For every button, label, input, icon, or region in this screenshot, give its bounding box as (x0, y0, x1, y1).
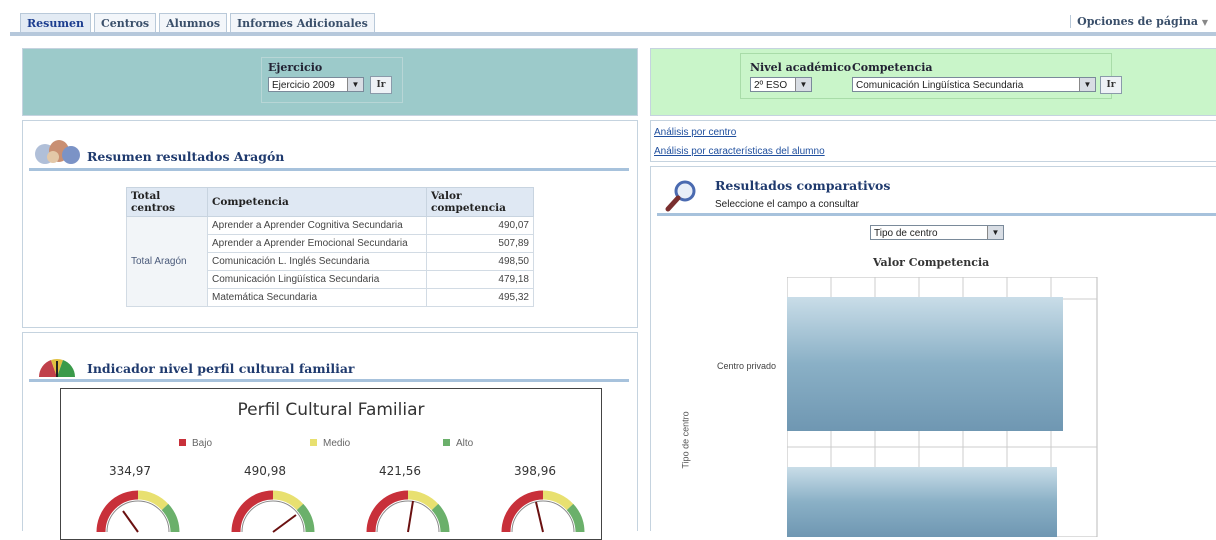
ejercicio-go-button[interactable]: Ir (370, 76, 392, 94)
comparativos-panel: Resultados comparativos Seleccione el ca… (650, 166, 1216, 537)
legend-swatch-medio (310, 439, 317, 446)
resumen-title-underline (29, 168, 629, 171)
legend-bajo: Bajo (179, 438, 212, 449)
tipo-centro-value: Tipo de centro (874, 228, 938, 239)
perfil-chart-title: Perfil Cultural Familiar (237, 400, 425, 420)
legend-label-medio: Medio (323, 438, 351, 449)
header-total-centros: Total centros (126, 187, 208, 217)
nivel-competencia-filter-panel: Nivel académico 2º ESO ▼ Competencia Com… (650, 48, 1216, 116)
resumen-panel: Resumen resultados Aragón Total centros … (22, 120, 638, 328)
resumen-table: Total centros Competencia Valor competen… (126, 187, 534, 307)
comparativos-chart-title: Valor Competencia (873, 256, 990, 269)
legend-swatch-alto (443, 439, 450, 446)
indicador-title: Indicador nivel perfil cultural familiar (87, 361, 355, 376)
competencia-cell: Matemática Secundaria (207, 288, 427, 307)
ejercicio-filter-panel: Ejercicio Ejercicio 2009 ▼ Ir (22, 48, 638, 116)
competencia-go-button[interactable]: Ir (1100, 76, 1122, 94)
tab-informes-adicionales[interactable]: Informes Adicionales (230, 13, 375, 33)
indicador-panel: Indicador nivel perfil cultural familiar… (22, 332, 638, 540)
tab-alumnos[interactable]: Alumnos (159, 13, 228, 33)
ejercicio-select[interactable]: Ejercicio 2009 ▼ (268, 77, 364, 92)
chevron-down-icon: ▼ (1079, 78, 1095, 91)
comparativos-subtitle: Seleccione el campo a consultar (715, 199, 859, 210)
tab-centros[interactable]: Centros (93, 13, 157, 33)
competencia-cell: Aprender a Aprender Cognitiva Secundaria (207, 216, 427, 235)
chart-y-axis-label: Tipo de centro (680, 411, 691, 469)
comparativos-bar-chart (787, 277, 1098, 537)
analisis-por-centro-link[interactable]: Análisis por centro (654, 127, 736, 138)
gauge-value-4: 398,96 (514, 464, 556, 478)
table-row: Total Aragón Aprender a Aprender Cogniti… (126, 216, 534, 307)
magnifier-icon (665, 180, 696, 212)
bar-centro-privado (787, 297, 1063, 431)
valor-cell: 498,50 (426, 252, 534, 271)
competencia-label: Competencia (852, 61, 933, 74)
tab-bar: Resumen Centros Alumnos Informes Adicion… (0, 0, 1216, 40)
gauge-icon (38, 358, 76, 377)
chevron-down-icon: ▼ (1201, 17, 1208, 27)
competencia-cell: Aprender a Aprender Emocional Secundaria (207, 234, 427, 253)
tab-divider (10, 32, 1216, 36)
nivel-academico-select[interactable]: 2º ESO ▼ (750, 77, 812, 92)
valor-cell: 490,07 (426, 216, 534, 235)
ejercicio-label: Ejercicio (268, 61, 323, 74)
valor-cell: 495,32 (426, 288, 534, 307)
perfil-chart-frame: Perfil Cultural Familiar Bajo Medio Alto… (60, 388, 602, 540)
page-options-label: Opciones de página (1077, 15, 1198, 28)
analisis-caracteristicas-link[interactable]: Análisis por características del alumno (654, 146, 825, 157)
table-header-row: Total centros Competencia Valor competen… (126, 187, 534, 217)
legend-swatch-bajo (179, 439, 186, 446)
gauge-value-2: 490,98 (244, 464, 286, 478)
page-options-menu[interactable]: Opciones de página ▼ (1070, 15, 1208, 28)
indicador-title-underline (29, 379, 629, 382)
valor-cell: 507,89 (426, 234, 534, 253)
chevron-down-icon: ▼ (347, 78, 363, 91)
competencia-cell: Comunicación L. Inglés Secundaria (207, 252, 427, 271)
tab-resumen[interactable]: Resumen (20, 13, 91, 33)
category-label-centro-privado: Centro privado (717, 361, 777, 371)
tabs: Resumen Centros Alumnos Informes Adicion… (20, 13, 378, 33)
valor-cell: 479,18 (426, 270, 534, 289)
comparativos-title-underline (657, 213, 1216, 216)
header-valor-competencia: Valor competencia (426, 187, 534, 217)
people-group-icon (35, 140, 80, 164)
ejercicio-value: Ejercicio 2009 (272, 80, 335, 91)
legend-label-alto: Alto (456, 438, 474, 449)
gauge-value-3: 421,56 (379, 464, 421, 478)
nivel-academico-value: 2º ESO (754, 80, 788, 91)
gauge-value-1: 334,97 (109, 464, 151, 478)
legend-medio: Medio (310, 438, 350, 449)
tipo-centro-select[interactable]: Tipo de centro ▼ (870, 225, 1004, 240)
header-competencia: Competencia (207, 187, 427, 217)
competencia-select[interactable]: Comunicación Lingüística Secundaria ▼ (852, 77, 1096, 92)
competencia-value: Comunicación Lingüística Secundaria (856, 80, 1024, 91)
group-total-aragon: Total Aragón (126, 216, 208, 307)
competencia-cell: Comunicación Lingüística Secundaria (207, 270, 427, 289)
legend-alto: Alto (443, 438, 473, 449)
comparativos-title: Resultados comparativos (715, 178, 891, 193)
bar-category-2 (787, 467, 1057, 537)
nivel-academico-label: Nivel académico (750, 61, 852, 74)
legend-label-bajo: Bajo (192, 438, 213, 449)
chevron-down-icon: ▼ (987, 226, 1003, 239)
chevron-down-icon: ▼ (795, 78, 811, 91)
resumen-title: Resumen resultados Aragón (87, 149, 285, 164)
links-panel: Análisis por centro Análisis por caracte… (650, 120, 1216, 162)
